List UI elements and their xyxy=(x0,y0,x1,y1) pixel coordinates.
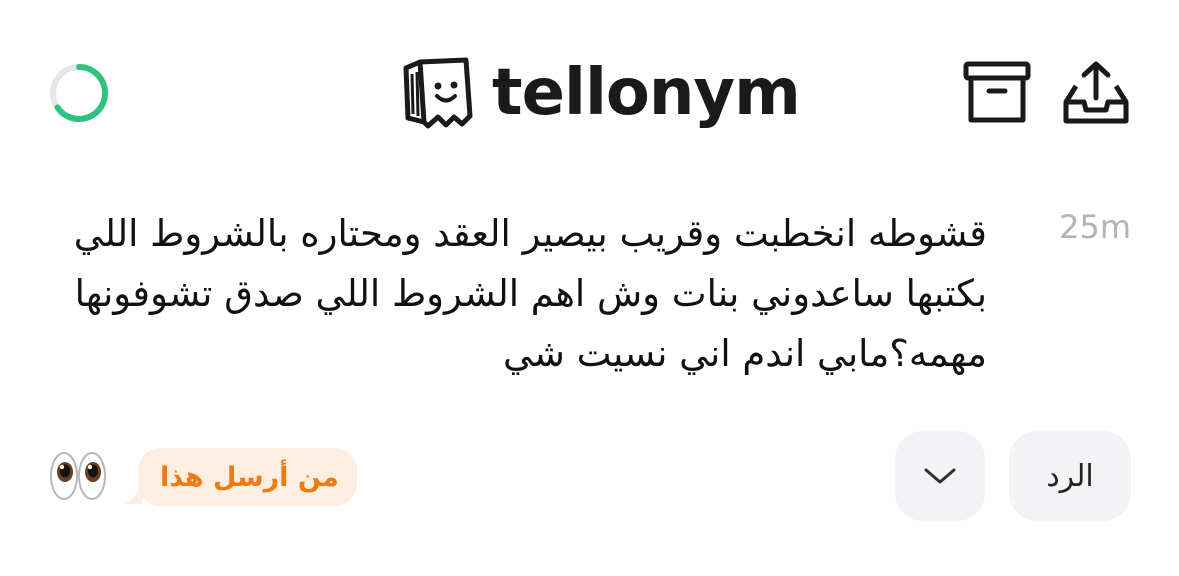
loading-ring-icon xyxy=(50,63,109,122)
brand-logo: tellonym xyxy=(400,56,801,130)
chevron-down-icon xyxy=(924,468,956,484)
smiling-bag-logo-icon xyxy=(403,57,473,129)
eyes-emoji-icon xyxy=(50,452,106,500)
who-sent-label: من أرسل هذا xyxy=(138,448,357,506)
tell-message-text: قشوطه انخطبت وقريب بيصير العقد ومحتاره ب… xyxy=(73,212,987,375)
reply-button[interactable]: الرد xyxy=(1009,431,1131,521)
brand-wordmark: tellonym xyxy=(492,56,801,130)
archive-box-icon[interactable] xyxy=(963,60,1031,126)
who-sent-this-button[interactable]: من أرسل هذا xyxy=(122,448,357,506)
tell-card: tellonym 25m قشوطه انخطبت وقريب بيصير ال… xyxy=(0,0,1179,576)
message-timestamp: 25m xyxy=(1059,208,1131,246)
more-options-button[interactable] xyxy=(895,431,985,521)
share-tray-icon[interactable] xyxy=(1062,60,1130,126)
